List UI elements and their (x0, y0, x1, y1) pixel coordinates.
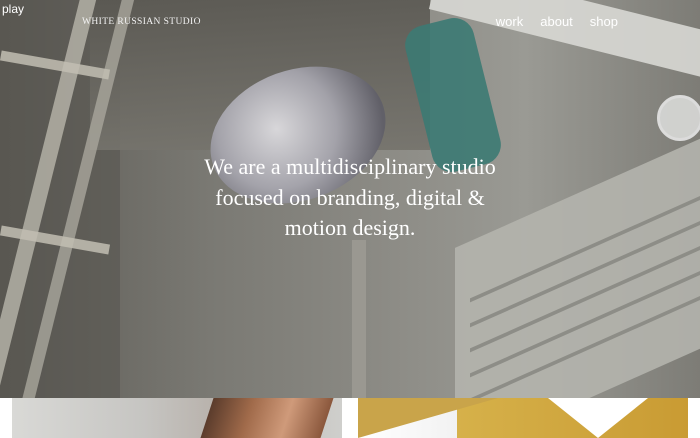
project-thumbnail-shape (358, 398, 498, 438)
hero-post (352, 240, 366, 398)
hero-clock (657, 95, 700, 141)
hero-headline: We are a multidisciplinary studio focuse… (150, 152, 550, 244)
project-thumbnail-shape (548, 398, 648, 438)
main-nav: work about shop (496, 14, 618, 29)
nav-link-work[interactable]: work (496, 14, 523, 29)
project-thumbnail-copper (200, 398, 334, 438)
hero-headline-line: motion design. (284, 215, 416, 240)
project-tile[interactable] (358, 398, 688, 438)
project-grid (0, 398, 700, 438)
play-label[interactable]: play (2, 2, 24, 16)
nav-link-about[interactable]: about (540, 14, 573, 29)
project-tile[interactable] (12, 398, 342, 438)
hero-headline-line: focused on branding, digital & (215, 184, 485, 210)
studio-logo[interactable]: WHITE RUSSIAN STUDIO (82, 17, 201, 27)
hero-headline-line: We are a multidisciplinary studio (204, 154, 496, 179)
nav-link-shop[interactable]: shop (590, 14, 618, 29)
